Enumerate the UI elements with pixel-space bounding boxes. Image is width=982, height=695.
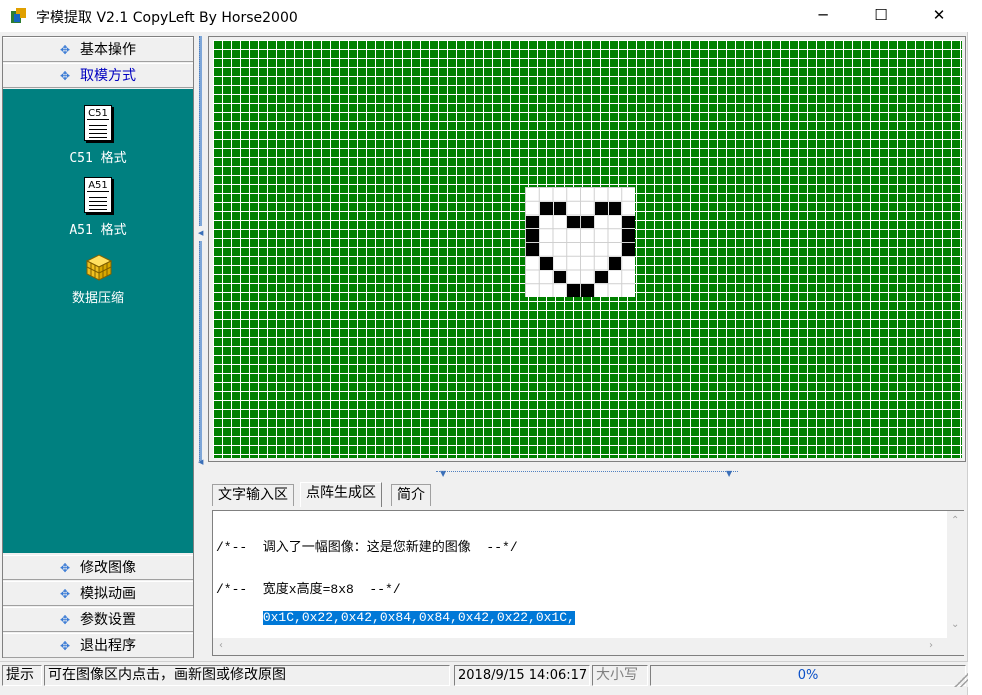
glyph-pixel[interactable] <box>581 284 594 297</box>
close-button[interactable]: ✕ <box>910 0 968 32</box>
vertical-scrollbar[interactable]: ⌃ ⌄ <box>947 511 964 638</box>
data-compress-tool[interactable]: 数据压缩 <box>3 253 193 306</box>
c51-document-icon: C51 <box>84 105 112 141</box>
data-compress-label: 数据压缩 <box>71 291 124 306</box>
tab-text-input[interactable]: 文字输入区 <box>212 484 294 506</box>
glyph-pixel[interactable] <box>539 256 553 270</box>
image-area-frame <box>208 36 966 462</box>
plus-icon: ✥ <box>59 561 71 575</box>
glyph-pixel[interactable] <box>594 270 608 284</box>
tab-about[interactable]: 简介 <box>391 484 431 506</box>
glyph-pixel[interactable] <box>553 201 567 215</box>
scroll-corner <box>947 638 964 655</box>
group-label: 参数设置 <box>80 612 137 628</box>
group-basic-operations[interactable]: ✥ 基本操作 <box>3 37 193 62</box>
scroll-down-icon[interactable]: ⌄ <box>951 619 959 630</box>
collapse-down-icon[interactable]: ▼ <box>726 470 732 478</box>
glyph-pixel[interactable] <box>553 270 567 284</box>
cube-icon <box>85 254 113 281</box>
left-panel: ✥ 基本操作 ✥ 取模方式 C51 C51 格式 A51 A51 格式 数据压缩… <box>2 36 194 658</box>
plus-icon: ✥ <box>59 43 71 57</box>
group-exit-program[interactable]: ✥ 退出程序 <box>3 633 193 658</box>
horizontal-splitter[interactable]: ▼ ▼ <box>208 467 966 479</box>
tab-dot-matrix-output[interactable]: 点阵生成区 <box>300 482 382 507</box>
group-label: 基本操作 <box>80 42 137 58</box>
scroll-up-icon[interactable]: ⌃ <box>951 515 959 526</box>
glyph-pixel[interactable] <box>526 215 539 229</box>
close-icon: ✕ <box>932 6 946 24</box>
scroll-right-icon[interactable]: › <box>929 640 933 651</box>
glyph-pixel[interactable] <box>608 201 622 215</box>
glyph-pixel[interactable] <box>622 229 635 242</box>
status-caps: 大小写 <box>592 665 648 686</box>
output-text[interactable]: /*-- 调入了一幅图像：这是您新建的图像 --*/ /*-- 宽度x高度=8x… <box>216 513 575 639</box>
status-datetime: 2018/9/15 14:06:17 <box>454 665 590 686</box>
a51-format-tool[interactable]: A51 A51 格式 <box>3 177 193 238</box>
output-line-comment-size: /*-- 宽度x高度=8x8 --*/ <box>216 582 401 597</box>
glyph-pixel[interactable] <box>594 201 608 215</box>
glyph-pixel[interactable] <box>608 256 622 270</box>
maximize-button[interactable]: ☐ <box>852 0 910 32</box>
group-edit-image[interactable]: ✥ 修改图像 <box>3 555 193 580</box>
status-bar: 提示 可在图像区内点击，画新图或修改原图 2018/9/15 14:06:17 … <box>0 661 968 687</box>
group-modulo-mode[interactable]: ✥ 取模方式 <box>3 63 193 88</box>
glyph-pixel[interactable] <box>622 215 635 229</box>
glyph-pixel[interactable] <box>526 229 539 242</box>
status-progress: 0% <box>650 665 966 686</box>
app-window: 字模提取 V2.1 CopyLeft By Horse2000 ─ ☐ ✕ ✥ 基… <box>0 0 968 695</box>
vertical-splitter[interactable]: ◀ ◀ <box>196 36 206 658</box>
collapse-left-icon[interactable]: ◀ <box>198 458 203 466</box>
plus-icon: ✥ <box>59 639 71 653</box>
glyph-pixel[interactable] <box>581 215 594 229</box>
status-hint-text: 可在图像区内点击，画新图或修改原图 <box>44 665 450 686</box>
app-icon <box>11 8 26 23</box>
a51-document-icon: A51 <box>84 177 112 213</box>
tool-area: C51 C51 格式 A51 A51 格式 数据压缩 <box>3 89 193 553</box>
glyph-pixel[interactable] <box>567 215 580 229</box>
glyph-pixel[interactable] <box>567 284 580 297</box>
scroll-left-icon[interactable]: ‹ <box>219 640 223 651</box>
group-label: 模拟动画 <box>80 586 137 602</box>
plus-icon: ✥ <box>59 613 71 627</box>
maximize-icon: ☐ <box>874 6 888 24</box>
output-line-data: 0x1C,0x22,0x42,0x84,0x84,0x42,0x22,0x1C, <box>262 610 575 625</box>
resize-grip-icon[interactable] <box>954 673 968 687</box>
plus-icon: ✥ <box>59 587 71 601</box>
status-hint-label: 提示 <box>2 665 42 686</box>
group-label: 修改图像 <box>80 560 137 576</box>
c51-format-tool[interactable]: C51 C51 格式 <box>3 105 193 166</box>
minimize-button[interactable]: ─ <box>794 0 852 32</box>
output-textarea[interactable]: /*-- 调入了一幅图像：这是您新建的图像 --*/ /*-- 宽度x高度=8x… <box>212 510 964 656</box>
glyph-pixel[interactable] <box>526 243 539 256</box>
c51-format-label: C51 格式 <box>69 151 127 166</box>
glyph-pixel[interactable] <box>622 243 635 256</box>
glyph-pixel[interactable] <box>539 201 553 215</box>
glyph-bitmap[interactable] <box>525 187 635 297</box>
group-simulate-animation[interactable]: ✥ 模拟动画 <box>3 581 193 606</box>
minimize-icon: ─ <box>818 6 828 24</box>
plus-icon: ✥ <box>59 69 71 83</box>
title-bar: 字模提取 V2.1 CopyLeft By Horse2000 ─ ☐ ✕ <box>0 0 968 32</box>
image-edit-grid[interactable] <box>213 40 962 458</box>
group-label: 退出程序 <box>80 638 137 654</box>
output-line-comment-title: /*-- 调入了一幅图像：这是您新建的图像 --*/ <box>216 540 518 555</box>
window-title: 字模提取 V2.1 CopyLeft By Horse2000 <box>36 10 298 26</box>
a51-format-label: A51 格式 <box>69 223 127 238</box>
horizontal-scrollbar[interactable]: ‹ › <box>213 638 947 655</box>
collapse-left-icon[interactable]: ◀ <box>198 229 203 237</box>
group-label: 取模方式 <box>80 68 137 84</box>
group-parameter-settings[interactable]: ✥ 参数设置 <box>3 607 193 632</box>
